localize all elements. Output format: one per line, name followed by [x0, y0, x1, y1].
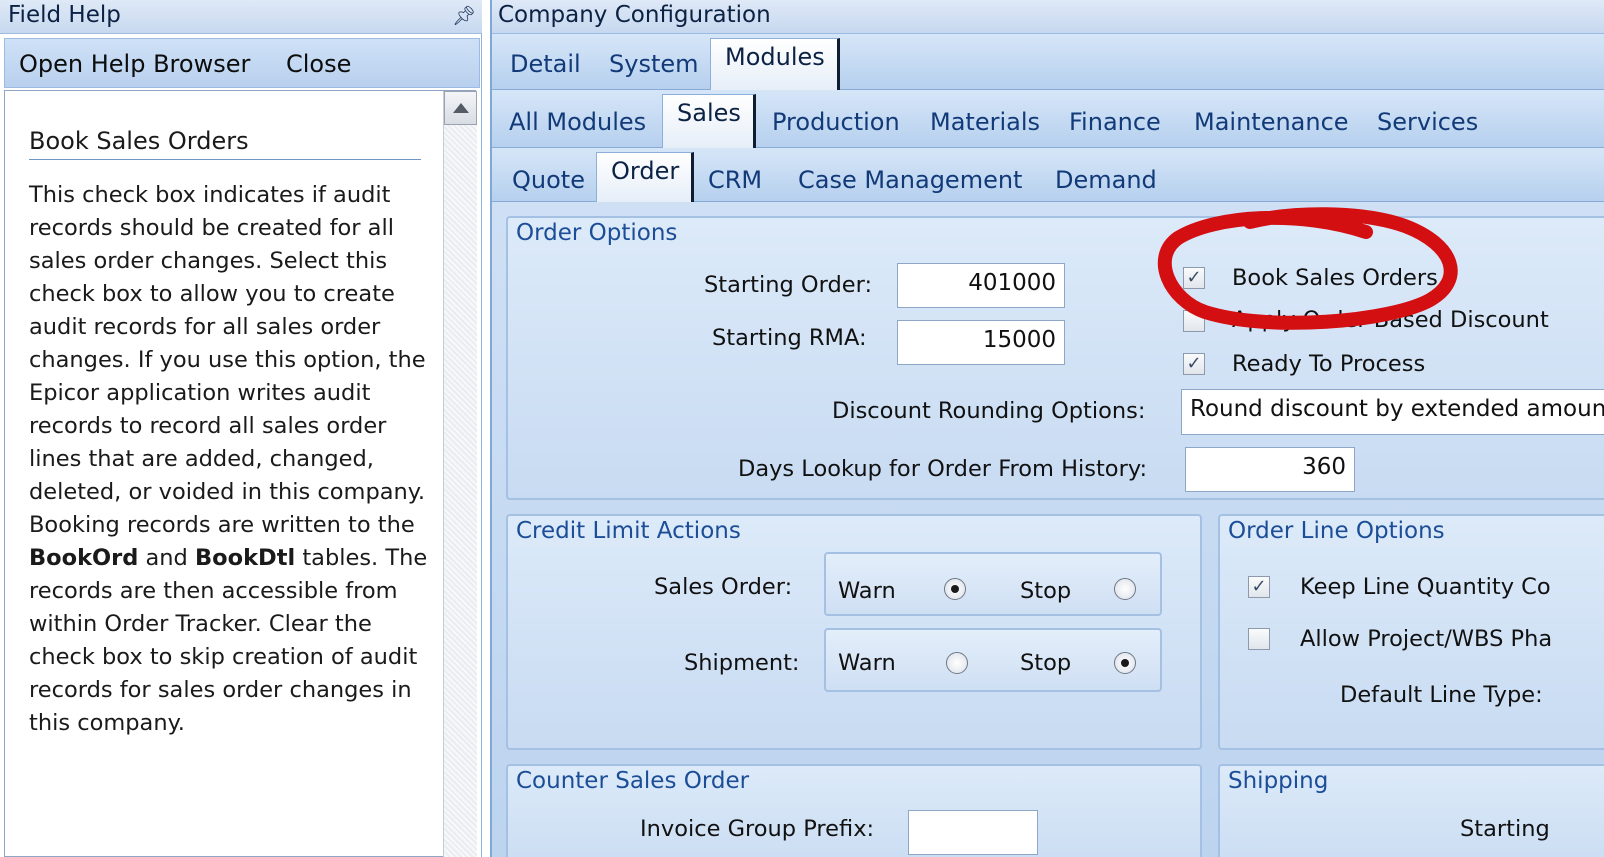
order-line-options-group: Order Line Options ✓ Keep Line Quantity …: [1218, 514, 1604, 750]
allow-project-wbs-label: Allow Project/WBS Pha: [1300, 626, 1553, 652]
shipment-warn-label: Warn: [838, 650, 896, 676]
order-options-title: Order Options: [516, 220, 678, 246]
ready-to-process-label: Ready To Process: [1232, 351, 1426, 377]
tab-order[interactable]: Order: [596, 152, 695, 202]
help-text-table-bookord: BookOrd: [29, 545, 139, 571]
help-body-text: This check box indicates if audit record…: [29, 179, 439, 740]
shipment-warn-radio[interactable]: [946, 652, 968, 674]
company-configuration-title: Company Configuration: [498, 2, 771, 28]
ready-to-process-checkbox[interactable]: ✓: [1183, 353, 1205, 375]
shipping-title: Shipping: [1228, 768, 1329, 794]
field-help-toolbar: Open Help Browser Close: [4, 38, 480, 88]
shipment-stop-radio[interactable]: [1114, 652, 1136, 674]
sales-order-stop-label: Stop: [1020, 578, 1072, 604]
help-scrollbar[interactable]: [443, 91, 477, 857]
help-text-table-bookdtl: BookDtl: [195, 545, 296, 571]
shipment-credit-options: Warn Stop: [824, 628, 1162, 692]
apply-order-based-discount-checkbox[interactable]: [1183, 310, 1205, 332]
days-lookup-label: Days Lookup for Order From History:: [738, 456, 1148, 482]
tab-system[interactable]: System: [609, 50, 699, 78]
help-text-part: tables. The records are then accessible …: [29, 545, 428, 736]
close-button[interactable]: Close: [286, 50, 351, 78]
discount-rounding-select[interactable]: Round discount by extended amount: [1181, 389, 1604, 435]
field-help-titlebar: Field Help 📌︎: [0, 0, 482, 34]
sales-order-credit-options: Warn Stop: [824, 552, 1162, 616]
tab-sales[interactable]: Sales: [662, 94, 756, 148]
tab-services[interactable]: Services: [1377, 108, 1478, 136]
sales-tab-strip: Quote Order CRM Case Management Demand: [492, 148, 1604, 202]
sales-order-warn-label: Warn: [838, 578, 896, 604]
apply-order-based-discount-label: Apply Order Based Discount: [1232, 307, 1549, 333]
pin-icon[interactable]: 📌︎: [452, 4, 476, 27]
starting-order-input[interactable]: 401000: [897, 263, 1065, 308]
starting-rma-input[interactable]: 15000: [897, 320, 1065, 365]
tab-case-management[interactable]: Case Management: [798, 166, 1022, 194]
allow-project-wbs-checkbox[interactable]: [1248, 628, 1270, 650]
sales-order-warn-radio[interactable]: [944, 578, 966, 600]
field-help-title: Field Help: [8, 2, 121, 28]
default-line-type-label: Default Line Type:: [1340, 682, 1543, 708]
help-text-part: This check box indicates if audit record…: [29, 182, 426, 538]
tab-demand[interactable]: Demand: [1055, 166, 1157, 194]
shipment-stop-label: Stop: [1020, 650, 1072, 676]
top-tab-strip: Detail System Modules: [492, 34, 1604, 90]
help-text-part: and: [138, 545, 195, 571]
days-lookup-input[interactable]: 360: [1185, 447, 1355, 492]
open-help-browser-button[interactable]: Open Help Browser: [19, 50, 250, 78]
company-configuration-titlebar: Company Configuration: [492, 0, 1604, 34]
book-sales-orders-checkbox[interactable]: ✓: [1183, 267, 1205, 289]
book-sales-orders-label: Book Sales Orders: [1232, 265, 1438, 291]
help-document: Book Sales Orders This check box indicat…: [4, 90, 477, 857]
tab-quote[interactable]: Quote: [512, 166, 585, 194]
invoice-group-prefix-input[interactable]: [908, 810, 1038, 855]
help-heading: Book Sales Orders: [29, 127, 421, 160]
credit-limit-actions-title: Credit Limit Actions: [516, 518, 741, 544]
counter-sales-order-title: Counter Sales Order: [516, 768, 750, 794]
tab-crm[interactable]: CRM: [708, 166, 762, 194]
sales-order-stop-radio[interactable]: [1114, 578, 1136, 600]
tab-all-modules[interactable]: All Modules: [509, 108, 646, 136]
keep-line-quantity-checkbox[interactable]: ✓: [1248, 576, 1270, 598]
tab-maintenance[interactable]: Maintenance: [1194, 108, 1349, 136]
discount-rounding-label: Discount Rounding Options:: [832, 398, 1146, 424]
shipping-group: Shipping Starting: [1218, 764, 1604, 857]
tab-modules[interactable]: Modules: [710, 38, 840, 90]
shipping-starting-label: Starting: [1460, 816, 1550, 842]
tab-detail[interactable]: Detail: [510, 50, 581, 78]
scroll-up-arrow-icon[interactable]: [444, 91, 477, 125]
counter-sales-order-group: Counter Sales Order Invoice Group Prefix…: [506, 764, 1202, 857]
field-help-pane: Field Help 📌︎ Open Help Browser Close Bo…: [0, 0, 482, 857]
order-settings-content: Order Options Starting Order: 401000 Sta…: [492, 202, 1604, 857]
module-tab-strip: All Modules Sales Production Materials F…: [492, 90, 1604, 148]
order-options-group: Order Options Starting Order: 401000 Sta…: [506, 216, 1604, 500]
shipment-credit-label: Shipment:: [684, 650, 800, 676]
tab-materials[interactable]: Materials: [930, 108, 1040, 136]
tab-finance[interactable]: Finance: [1069, 108, 1161, 136]
order-line-options-title: Order Line Options: [1228, 518, 1445, 544]
app-window: Field Help 📌︎ Open Help Browser Close Bo…: [0, 0, 1604, 857]
starting-order-label: Starting Order:: [704, 272, 873, 298]
starting-rma-label: Starting RMA:: [712, 325, 867, 351]
tab-production[interactable]: Production: [772, 108, 900, 136]
company-configuration-pane: Company Configuration Detail System Modu…: [490, 0, 1604, 857]
invoice-group-prefix-label: Invoice Group Prefix:: [640, 816, 875, 842]
sales-order-credit-label: Sales Order:: [654, 574, 793, 600]
credit-limit-actions-group: Credit Limit Actions Sales Order: Warn S…: [506, 514, 1202, 750]
keep-line-quantity-label: Keep Line Quantity Co: [1300, 574, 1551, 600]
